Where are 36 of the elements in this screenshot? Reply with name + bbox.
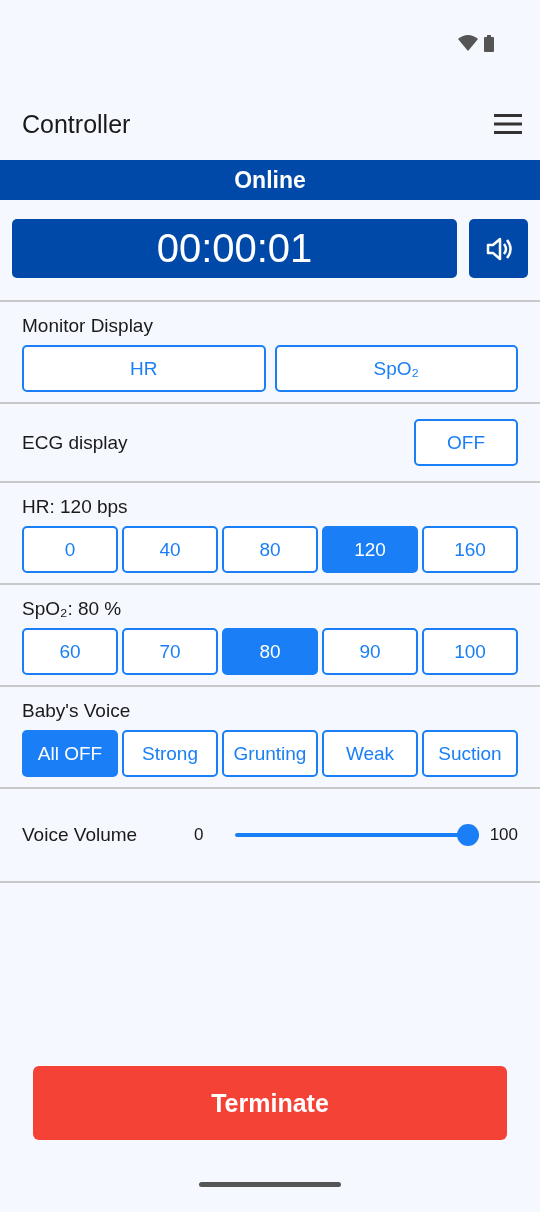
slider-max-label: 100 [489,825,518,845]
option-button[interactable]: All OFF [22,730,118,777]
wifi-icon [458,35,478,51]
section-label: Monitor Display [22,315,154,337]
volume-label: Voice Volume [22,824,139,846]
timer-display: 00:00:01 [12,219,457,278]
section-label: HR: 120 bps [22,496,129,518]
option-button[interactable]: 120 [322,526,418,573]
battery-icon [484,35,494,52]
section-label: Baby's Voice [22,700,132,722]
slider-min-label: 0 [194,825,204,845]
terminate-button[interactable]: Terminate [33,1066,507,1140]
option-button[interactable]: 0 [22,526,118,573]
option-button[interactable]: Suction [422,730,518,777]
connection-status-bar: Online [0,160,540,200]
option-button[interactable]: Weak [322,730,418,777]
option-button[interactable]: 160 [422,526,518,573]
slider-thumb[interactable] [456,824,479,846]
option-button[interactable]: 90 [322,628,418,675]
option-button[interactable]: 100 [422,628,518,675]
option-button[interactable]: 60 [22,628,118,675]
section-label: SpO₂: 80 % [22,598,123,620]
option-button[interactable]: HR [22,345,266,392]
sound-button[interactable] [469,219,528,278]
menu-icon[interactable] [494,114,522,134]
option-button[interactable]: Grunting [222,730,318,777]
option-button[interactable]: 40 [122,526,218,573]
section-label: ECG display [22,431,128,454]
option-button[interactable]: 70 [122,628,218,675]
option-button[interactable]: 80 [222,526,318,573]
option-button[interactable]: Strong [122,730,218,777]
app-title: Controller [22,109,131,139]
toggle-button[interactable]: OFF [414,419,518,466]
option-button[interactable]: SpO₂ [274,345,518,392]
option-button[interactable]: 80 [222,628,318,675]
volume-slider[interactable] [235,824,479,846]
